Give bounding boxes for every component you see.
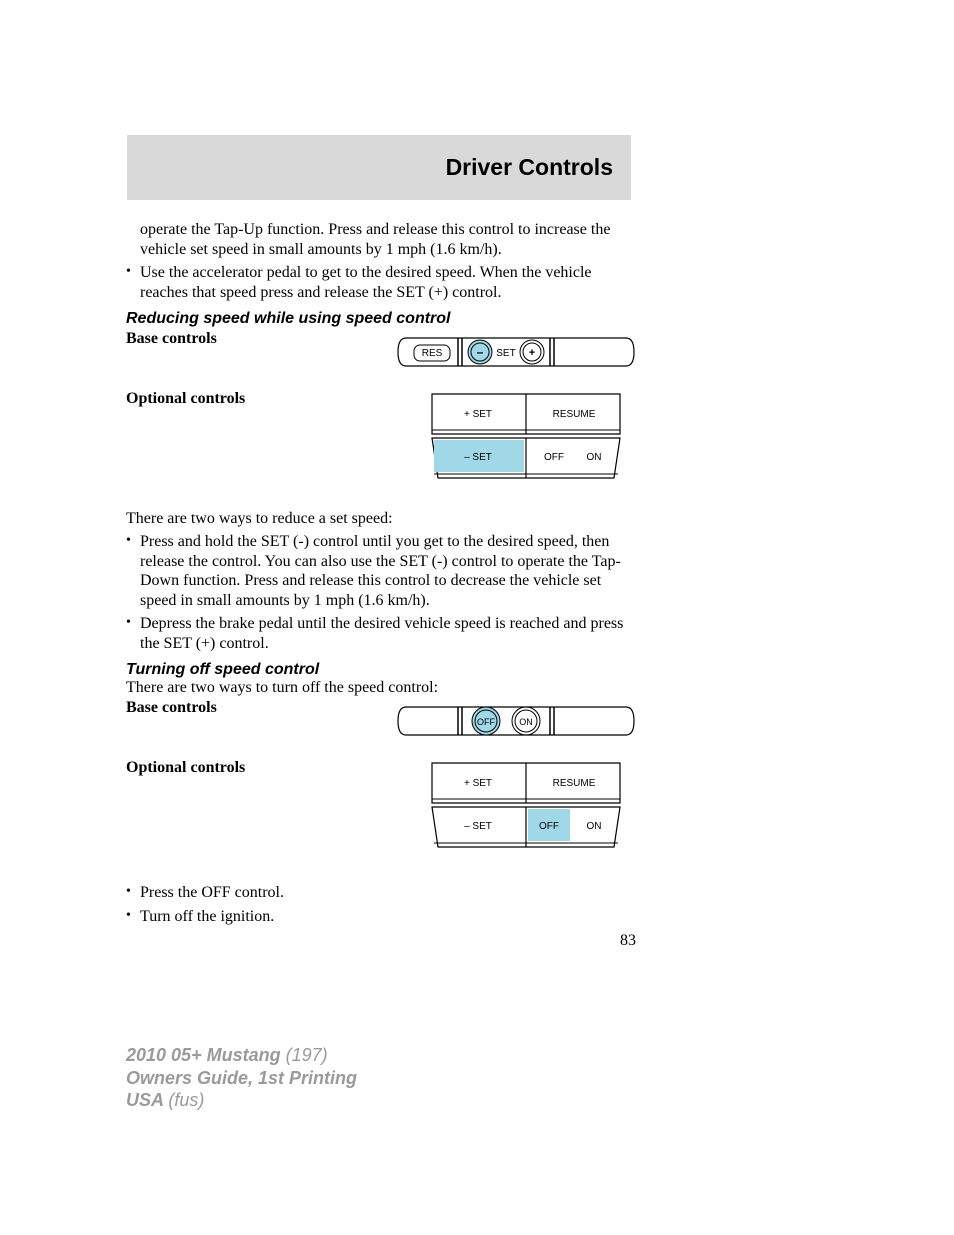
bullet-turnoff-1: • Press the OFF control. (126, 883, 636, 903)
row-base-controls-1: Base controls RES – SET + (126, 330, 636, 374)
bullet-text: Press and hold the SET (-) control until… (140, 532, 636, 610)
resume-label: RESUME (553, 409, 596, 420)
page-content: operate the Tap-Up function. Press and r… (126, 220, 636, 926)
paragraph-intro1: operate the Tap-Up function. Press and r… (126, 220, 636, 259)
bullet-dot-icon: • (126, 614, 140, 653)
page-number: 83 (620, 932, 636, 950)
diagram-base-controls-res-set: RES – SET + (396, 330, 636, 374)
bullet-dot-icon: • (126, 532, 140, 610)
bullet-reduce-1: • Press and hold the SET (-) control unt… (126, 532, 636, 610)
row-optional-controls-2: Optional controls + SET RESUME – SET OFF… (126, 759, 636, 851)
header-band: Driver Controls (127, 135, 631, 200)
diagram-base-controls-off-on: OFF ON (396, 699, 636, 743)
set-minus-label: – SET (464, 452, 492, 463)
svg-text:– SET: – SET (464, 821, 492, 832)
bullet-text: Use the accelerator pedal to get to the … (140, 263, 636, 302)
footer-line1: 2010 05+ Mustang (197) (126, 1044, 357, 1067)
label-optional-controls: Optional controls (126, 390, 245, 408)
bullet-dot-icon: • (126, 883, 140, 903)
bullet-text: Turn off the ignition. (140, 907, 636, 927)
bullet-intro2: • Use the accelerator pedal to get to th… (126, 263, 636, 302)
label-optional-controls: Optional controls (126, 759, 245, 777)
subhead-turning-off: Turning off speed control (126, 661, 636, 679)
row-base-controls-2: Base controls OFF ON (126, 699, 636, 743)
bullet-text: Depress the brake pedal until the desire… (140, 614, 636, 653)
svg-text:ON: ON (587, 821, 602, 832)
paragraph-turnoff-intro: There are two ways to turn off the speed… (126, 679, 636, 697)
page-title: Driver Controls (446, 154, 613, 181)
bullet-dot-icon: • (126, 263, 140, 302)
label-base-controls: Base controls (126, 699, 217, 717)
res-label: RES (422, 348, 443, 359)
diagram-optional-controls-1: + SET RESUME – SET OFF ON (426, 390, 626, 482)
plus-label: + (529, 347, 535, 359)
set-label: SET (496, 348, 515, 359)
row-optional-controls-1: Optional controls + SET RESUME – SET OFF… (126, 390, 636, 482)
off-label: OFF (477, 717, 495, 727)
set-plus-label: + SET (464, 409, 492, 420)
label-base-controls: Base controls (126, 330, 217, 348)
svg-text:RESUME: RESUME (553, 778, 596, 789)
bullet-dot-icon: • (126, 907, 140, 927)
bullet-text: Press the OFF control. (140, 883, 636, 903)
on-label: ON (519, 717, 533, 727)
bullet-reduce-2: • Depress the brake pedal until the desi… (126, 614, 636, 653)
svg-text:OFF: OFF (539, 821, 559, 832)
off-label: OFF (544, 452, 564, 463)
minus-label: – (477, 345, 484, 359)
footer: 2010 05+ Mustang (197) Owners Guide, 1st… (126, 1044, 357, 1112)
on-label: ON (587, 452, 602, 463)
footer-line2: Owners Guide, 1st Printing (126, 1067, 357, 1090)
diagram-optional-controls-2: + SET RESUME – SET OFF ON (426, 759, 626, 851)
bullet-turnoff-2: • Turn off the ignition. (126, 907, 636, 927)
subhead-reducing-speed: Reducing speed while using speed control (126, 310, 636, 328)
paragraph-reduce-intro: There are two ways to reduce a set speed… (126, 510, 636, 528)
svg-text:+ SET: + SET (464, 778, 492, 789)
footer-line3: USA (fus) (126, 1089, 357, 1112)
